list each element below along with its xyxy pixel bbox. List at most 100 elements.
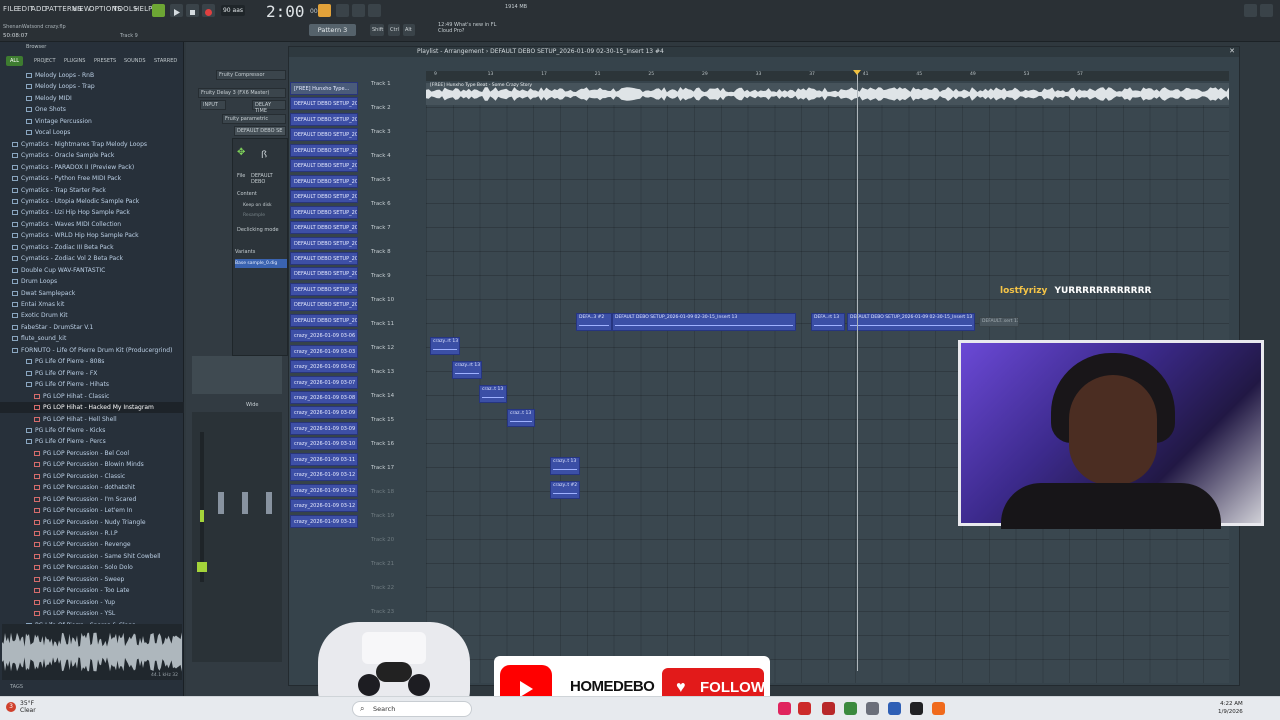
taskbar-app-icon-7[interactable] <box>910 702 923 715</box>
menu-help[interactable]: HELP <box>134 5 153 13</box>
keep-on-disk-option[interactable]: Keep on disk <box>243 203 272 208</box>
browser-item[interactable]: PG LOP Percussion - R.I.P <box>0 528 184 539</box>
browser-item[interactable]: Drum Loops <box>0 276 184 287</box>
taskbar-app-icon-3[interactable] <box>822 702 835 715</box>
track-header[interactable]: Track 9 <box>371 273 411 279</box>
insert-fader-1[interactable] <box>218 492 224 514</box>
channel-button[interactable]: DEFAULT DEBO SETUP_202 <box>290 112 358 126</box>
browser-tab-plugins[interactable]: PLUGINS <box>64 56 85 66</box>
browser-item[interactable]: Melody MIDI <box>0 93 184 104</box>
browser-tab-presets[interactable]: PRESETS <box>94 56 116 66</box>
browser-item[interactable]: PG LOP Percussion - Classic <box>0 471 184 482</box>
pattern-selector[interactable]: Pattern 3 <box>309 24 356 36</box>
tags-label[interactable]: TAGS <box>10 684 23 690</box>
file-value[interactable]: DEFAULT DEBO <box>251 173 287 185</box>
tempo-display[interactable]: 90 aas <box>221 5 245 16</box>
browser-item[interactable]: PG LOP Hihat - Hacked My Instagram <box>0 402 184 414</box>
track-header[interactable]: Track 12 <box>371 345 411 351</box>
browser-item[interactable]: Cymatics - Trap Starter Pack <box>0 185 184 196</box>
browser-tab-sounds[interactable]: SOUNDS <box>124 56 146 66</box>
track-header[interactable]: Track 1 <box>371 81 411 87</box>
track-header[interactable]: Track 7 <box>371 225 411 231</box>
pattern-clip[interactable]: crazy..rt 13 <box>452 361 482 379</box>
track-header[interactable]: Track 11 <box>371 321 411 327</box>
channel-button[interactable]: crazy_2026-01-09 03-07 <box>290 375 358 389</box>
ctrl-button[interactable]: Ctrl <box>388 24 400 36</box>
track-header[interactable]: Track 15 <box>371 417 411 423</box>
wrench-icon[interactable]: ꟗ <box>261 147 267 161</box>
track-header[interactable]: Track 6 <box>371 201 411 207</box>
record-button[interactable] <box>202 4 215 17</box>
track-header[interactable]: Track 22 <box>371 585 411 591</box>
browser-item[interactable]: PG Life Of Pierre - FX <box>0 368 184 379</box>
channel-button[interactable]: DEFAULT DEBO SETUP_202 <box>290 205 358 219</box>
fruity-delay-window[interactable]: Fruity Delay 3 (FX6 Master) <box>198 88 286 98</box>
browser-item[interactable]: Entai Xmas kit <box>0 299 184 310</box>
insert-fader-3[interactable] <box>266 492 272 514</box>
browser-item[interactable]: PG LOP Percussion - dothatshit <box>0 482 184 493</box>
channel-button[interactable]: crazy_2026-01-09 03-09 <box>290 421 358 435</box>
browser-item[interactable]: Cymatics - Nightmares Trap Melody Loops <box>0 139 184 150</box>
alt-button[interactable]: Alt <box>403 24 415 36</box>
channel-button[interactable]: DEFAULT DEBO SETUP_202 <box>290 190 358 204</box>
audio-clip-track-1[interactable]: [FREE] Hunxho Type Beat - Some Crazy Sto… <box>426 83 1229 105</box>
weather-widget[interactable]: 35°F Clear <box>20 700 36 714</box>
close-icon[interactable]: ✕ <box>1229 47 1235 55</box>
browser-item[interactable]: Cymatics - Zodiac Vol 2 Beta Pack <box>0 253 184 264</box>
slicer-title[interactable]: DEFAULT DEBO SE <box>234 126 286 136</box>
taskbar-clock[interactable]: 4:22 AM 1/9/2026 <box>1218 700 1243 716</box>
browser-item[interactable]: Cymatics - Utopia Melodic Sample Pack <box>0 196 184 207</box>
channel-button[interactable]: crazy_2026-01-09 03-03 <box>290 344 358 358</box>
weather-badge[interactable]: 3 <box>6 702 16 712</box>
metronome-icon[interactable] <box>318 4 331 17</box>
track-header[interactable]: Track 10 <box>371 297 411 303</box>
browser-item[interactable]: PG LOP Percussion - Let'em In <box>0 505 184 516</box>
insert-fader-2[interactable] <box>242 492 248 514</box>
browser-item[interactable]: Melody Loops - Trap <box>0 81 184 92</box>
taskbar-search[interactable]: ⌕ Search <box>352 701 472 717</box>
browser-item[interactable]: PG LOP Percussion - Nudy Triangle <box>0 517 184 528</box>
browser-item[interactable]: Vintage Percussion <box>0 116 184 127</box>
channel-button[interactable]: DEFAULT DEBO SETUP_202 <box>290 236 358 250</box>
browser-item[interactable]: Exotic Drum Kit <box>0 310 184 321</box>
channel-button[interactable]: crazy_2026-01-09 03-08 <box>290 391 358 404</box>
channel-button[interactable]: crazy_2026-01-09 03-11 <box>290 452 358 466</box>
pat-song-toggle[interactable] <box>152 4 165 17</box>
browser-item[interactable]: Cymatics - Python Free MIDI Pack <box>0 173 184 184</box>
track-header[interactable]: Track 18 <box>371 489 411 495</box>
countdown-icon[interactable] <box>352 4 365 17</box>
taskbar-app-icon-6[interactable] <box>888 702 901 715</box>
track-header[interactable]: Track 16 <box>371 441 411 447</box>
browser-item[interactable]: Dwat Samplepack <box>0 288 184 299</box>
base-sample-item[interactable]: Base sample_0.dig <box>235 259 287 268</box>
resample-option[interactable]: Resample <box>243 213 265 218</box>
parametric-eq-window[interactable]: Fruity parametric <box>222 114 286 124</box>
pattern-clip[interactable]: DEFAULT DEBO SETUP_2026-01-09 02-30-15_I… <box>612 313 796 331</box>
channel-button[interactable]: crazy_2026-01-09 03-13 <box>290 514 358 528</box>
browser-item[interactable]: PG LOP Percussion - Too Late <box>0 585 184 596</box>
channel-button[interactable]: DEFAULT DEBO SETUP_202 <box>290 97 358 111</box>
browser-item[interactable]: Cymatics - Oracle Sample Pack <box>0 150 184 161</box>
pattern-clip[interactable]: craz..t 13 <box>507 409 535 427</box>
channel-button[interactable]: DEFAULT DEBO SETUP_202 <box>290 313 358 327</box>
browser-item[interactable]: Cymatics - WRLD Hip Hop Sample Pack <box>0 230 184 241</box>
browser-item[interactable]: flute_sound_kit <box>0 333 184 344</box>
taskbar-app-icon-8[interactable] <box>932 702 945 715</box>
browser-item[interactable]: PG LOP Percussion - Solo Dolo <box>0 562 184 573</box>
pattern-clip[interactable]: DEFAULT DEBO SETUP_2026-01-09 02-30-15_I… <box>847 313 975 331</box>
browser-tab-all[interactable]: ALL <box>6 56 23 66</box>
track-header[interactable]: Track 20 <box>371 537 411 543</box>
stop-button[interactable] <box>186 4 199 17</box>
browser-item[interactable]: PG Life Of Pierre - 808s <box>0 356 184 367</box>
browser-item[interactable]: One Shots <box>0 104 184 115</box>
browser-item[interactable]: Cymatics - Waves MIDI Collection <box>0 219 184 230</box>
play-button[interactable] <box>170 4 183 17</box>
browser-item[interactable]: PG Life Of Pierre - Percs <box>0 436 184 447</box>
pattern-clip[interactable]: crazy..t 13 <box>550 457 580 475</box>
browser-item[interactable]: PG LOP Hihat - Classic <box>0 391 184 402</box>
channel-button[interactable]: crazy_2026-01-09 03-12 <box>290 483 358 497</box>
track-header[interactable]: Track 8 <box>371 249 411 255</box>
channel-button[interactable]: crazy_2026-01-09 03-12 <box>290 468 358 482</box>
channel-button[interactable]: DEFAULT DEBO SETUP_202 <box>290 143 358 157</box>
channel-button[interactable]: crazy_2026-01-09 03-06 <box>290 329 358 343</box>
